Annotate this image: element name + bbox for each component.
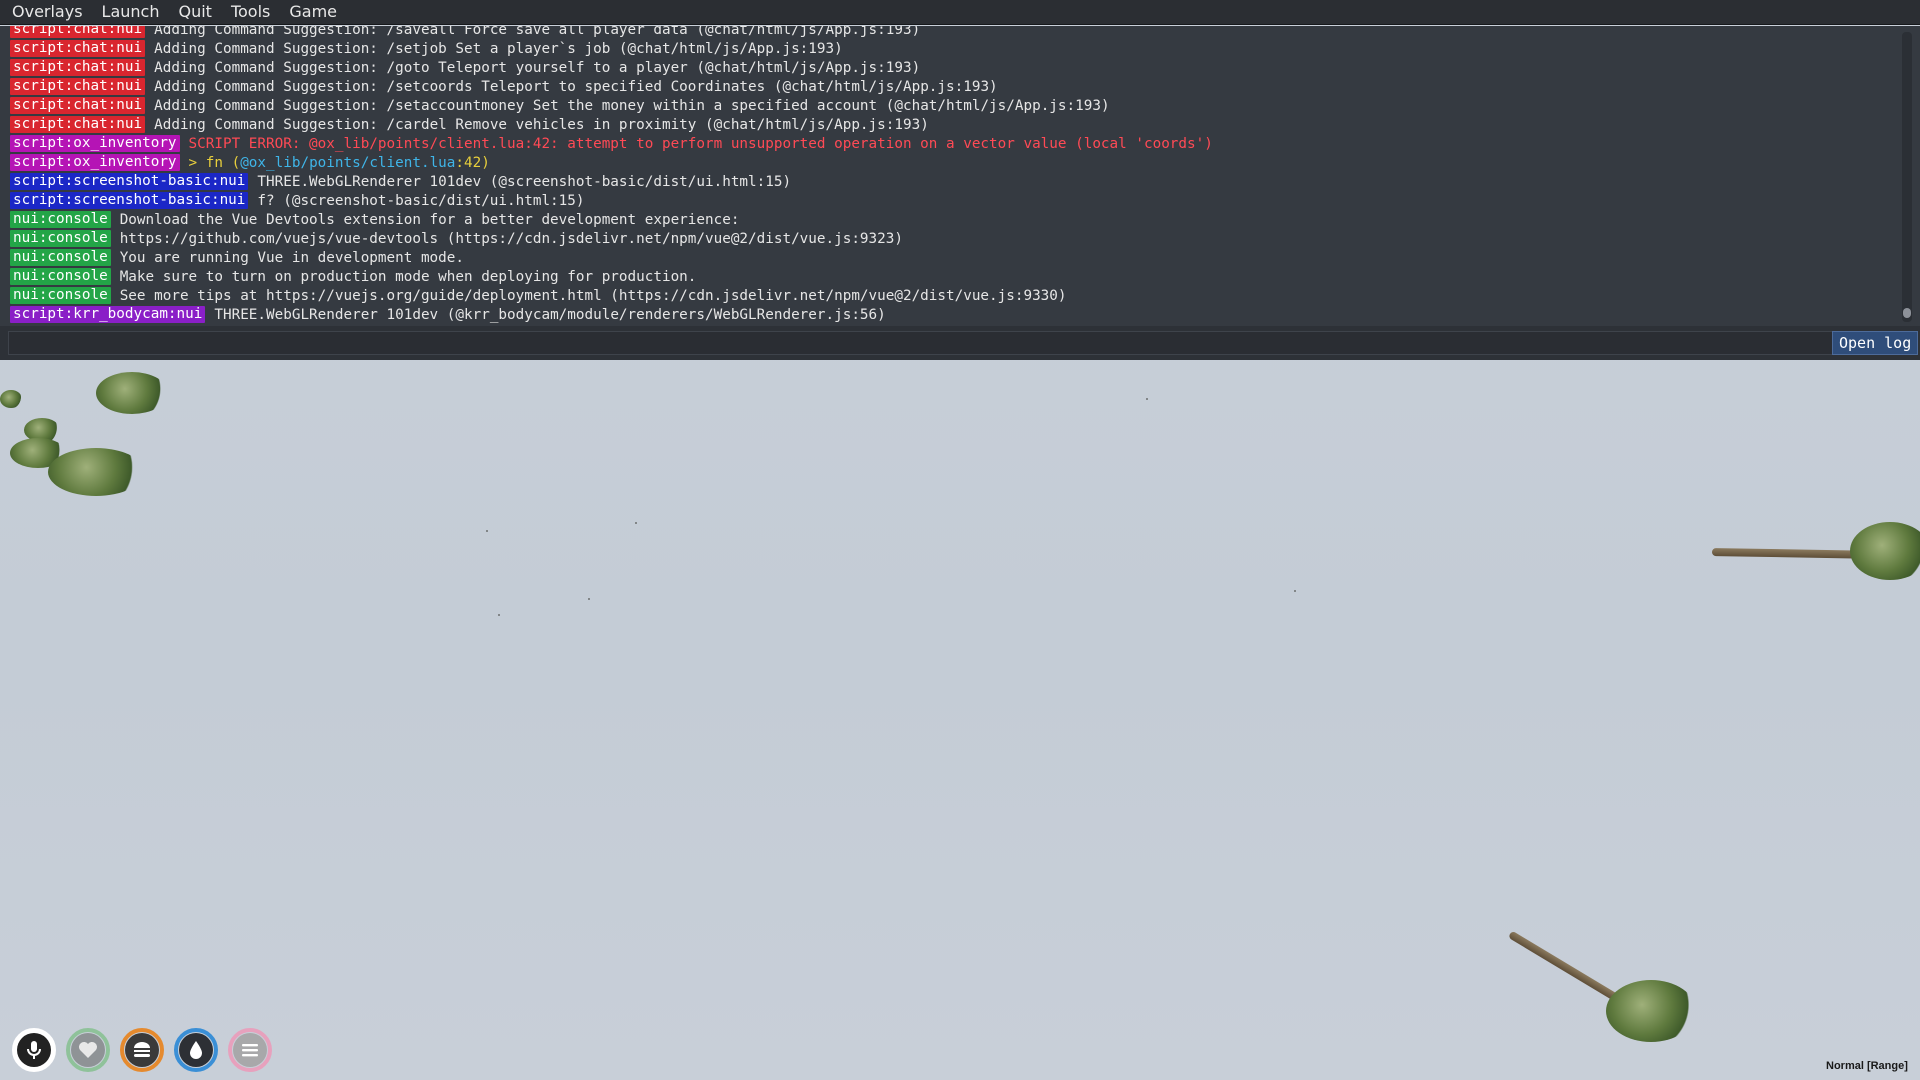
log-message: Adding Command Suggestion: /setjob Set a…	[154, 40, 843, 57]
log-line-error: script:ox_inventory SCRIPT ERROR: @ox_li…	[10, 134, 1890, 153]
log-message: See more tips at https://vuejs.org/guide…	[119, 287, 1067, 304]
menu-tools[interactable]: Tools	[219, 0, 277, 24]
menu-launch[interactable]: Launch	[90, 0, 167, 24]
log-source-tag: script:krr_bodycam:nui	[10, 306, 206, 323]
log-source-tag: script:chat:nui	[10, 116, 146, 133]
open-log-button[interactable]: Open log	[1832, 331, 1919, 355]
log-line: nui:console Make sure to turn on product…	[10, 267, 1890, 286]
menu-game[interactable]: Game	[277, 0, 344, 24]
log-message: https://github.com/vuejs/vue-devtools (h…	[119, 230, 903, 247]
palm-foliage	[48, 448, 144, 496]
console-input-bar: Open log	[0, 326, 1920, 360]
palm-foliage	[1606, 980, 1696, 1042]
stress-status	[228, 1028, 272, 1072]
log-message: Download the Vue Devtools extension for …	[119, 211, 740, 228]
palm-foliage	[1850, 522, 1920, 580]
log-message: Adding Command Suggestion: /saveall Forc…	[154, 26, 921, 38]
log-line: nui:console Download the Vue Devtools ex…	[10, 210, 1890, 229]
status-hud	[12, 1028, 272, 1072]
log-line: script:screenshot-basic:nui f? (@screens…	[10, 191, 1890, 210]
log-source-tag: script:chat:nui	[10, 97, 146, 114]
log-line: script:chat:nui Adding Command Suggestio…	[10, 77, 1890, 96]
log-source-tag: nui:console	[10, 249, 111, 266]
hunger-status	[120, 1028, 164, 1072]
bird-speck	[588, 598, 590, 600]
log-source-tag: nui:console	[10, 211, 111, 228]
log-line: script:chat:nui Adding Command Suggestio…	[10, 96, 1890, 115]
top-menubar: Overlays Launch Quit Tools Game	[0, 0, 1920, 25]
bird-speck	[498, 614, 500, 616]
console-panel: script:chat:nui Adding Command Suggestio…	[0, 26, 1920, 326]
heart-icon	[71, 1033, 105, 1067]
log-source-tag: script:chat:nui	[10, 59, 146, 76]
log-line: script:chat:nui Adding Command Suggestio…	[10, 39, 1890, 58]
bird-speck	[486, 530, 488, 532]
log-message: Adding Command Suggestion: /cardel Remov…	[154, 116, 929, 133]
water-drop-icon	[179, 1033, 213, 1067]
palm-foliage	[0, 390, 22, 408]
log-source-tag: nui:console	[10, 230, 111, 247]
log-source-tag: script:ox_inventory	[10, 135, 180, 152]
log-source-tag: script:chat:nui	[10, 78, 146, 95]
bird-speck	[1146, 398, 1148, 400]
palm-trunk	[1711, 548, 1873, 559]
log-line: script:chat:nui Adding Command Suggestio…	[10, 115, 1890, 134]
log-line: nui:console See more tips at https://vue…	[10, 286, 1890, 305]
stress-icon	[233, 1033, 267, 1067]
log-line: script:screenshot-basic:nui THREE.WebGLR…	[10, 172, 1890, 191]
log-source-tag: nui:console	[10, 268, 111, 285]
log-message: Adding Command Suggestion: /setcoords Te…	[154, 78, 998, 95]
health-status	[66, 1028, 110, 1072]
log-message: THREE.WebGLRenderer 101dev (@screenshot-…	[257, 173, 792, 190]
log-line: nui:console https://github.com/vuejs/vue…	[10, 229, 1890, 248]
voice-status	[12, 1028, 56, 1072]
burger-icon	[125, 1033, 159, 1067]
log-message: You are running Vue in development mode.	[119, 249, 464, 266]
console-log: script:chat:nui Adding Command Suggestio…	[10, 26, 1890, 324]
log-line: script:chat:nui Adding Command Suggestio…	[10, 26, 1890, 39]
log-line: script:chat:nui Adding Command Suggestio…	[10, 58, 1890, 77]
log-error-message: SCRIPT ERROR: @ox_lib/points/client.lua:…	[188, 135, 1213, 152]
thirst-status	[174, 1028, 218, 1072]
console-command-input[interactable]	[8, 331, 1833, 355]
log-trace-prefix: > fn (	[188, 154, 241, 171]
log-source-tag: script:chat:nui	[10, 40, 146, 57]
log-message: THREE.WebGLRenderer 101dev (@krr_bodycam…	[214, 306, 886, 323]
log-line: script:krr_bodycam:nui THREE.WebGLRender…	[10, 305, 1890, 324]
log-message: Make sure to turn on production mode whe…	[119, 268, 697, 285]
log-trace-suffix: :42)	[455, 154, 490, 171]
log-source-tag: script:screenshot-basic:nui	[10, 192, 249, 209]
log-source-tag: script:screenshot-basic:nui	[10, 173, 249, 190]
log-message: Adding Command Suggestion: /goto Telepor…	[154, 59, 921, 76]
bird-speck	[635, 522, 637, 524]
log-message: Adding Command Suggestion: /setaccountmo…	[154, 97, 1110, 114]
log-line: nui:console You are running Vue in devel…	[10, 248, 1890, 267]
log-line-trace: script:ox_inventory > fn (@ox_lib/points…	[10, 153, 1890, 172]
bird-speck	[1294, 590, 1296, 592]
microphone-icon	[17, 1033, 51, 1067]
log-trace-path[interactable]: @ox_lib/points/client.lua	[240, 155, 455, 171]
console-scroll-thumb[interactable]	[1903, 308, 1911, 318]
console-scrollbar[interactable]	[1902, 32, 1912, 322]
log-source-tag: nui:console	[10, 287, 111, 304]
log-source-tag: script:chat:nui	[10, 26, 146, 38]
menu-overlays[interactable]: Overlays	[0, 0, 90, 24]
log-source-tag: script:ox_inventory	[10, 154, 180, 171]
voice-range-label: Normal [Range]	[1826, 1060, 1908, 1072]
log-message: f? (@screenshot-basic/dist/ui.html:15)	[257, 192, 585, 209]
menu-quit[interactable]: Quit	[166, 0, 218, 24]
palm-foliage	[96, 372, 168, 414]
